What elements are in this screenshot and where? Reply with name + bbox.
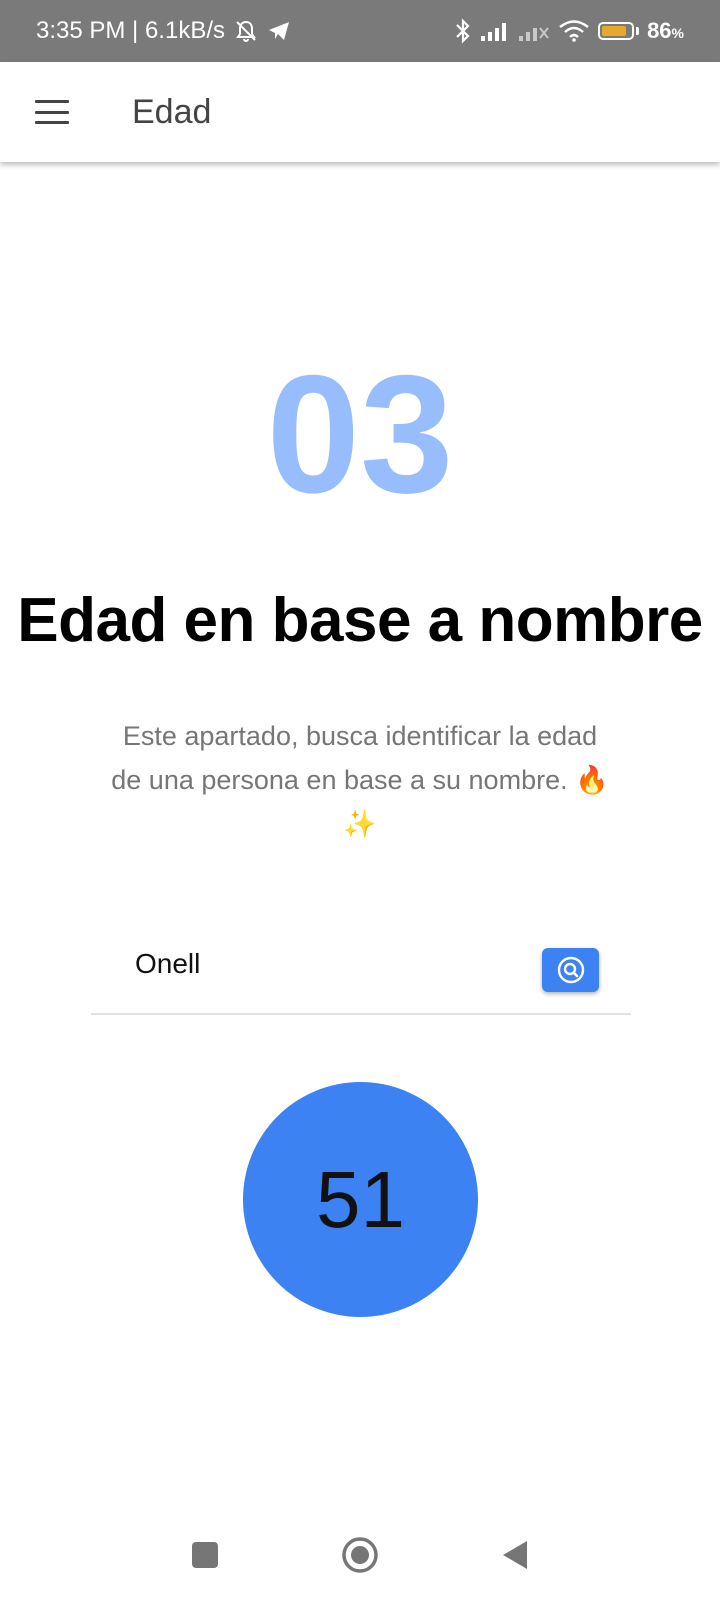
bluetooth-icon [454, 18, 472, 44]
home-circle-icon [342, 1537, 378, 1573]
description-line-1: Este apartado, busca identificar la edad [122, 721, 598, 751]
age-result-value: 51 [316, 1154, 405, 1244]
page-title: Edad [132, 92, 212, 131]
hamburger-menu-icon [35, 100, 69, 124]
app-screen: 3:35 PM | 6.1kB/s 86% Edad 03 Edad en ba… [0, 0, 720, 1600]
age-result-circle: 51 [243, 1082, 478, 1317]
signal-icon [480, 20, 510, 42]
section-heading: Edad en base a nombre [17, 586, 703, 655]
recents-button[interactable] [180, 1530, 230, 1580]
status-time-speed: 3:35 PM | 6.1kB/s [36, 17, 225, 44]
battery-body [598, 22, 635, 40]
back-button[interactable] [490, 1530, 540, 1580]
battery-cap [636, 27, 640, 35]
search-icon [557, 956, 584, 984]
telegram-icon [267, 20, 291, 42]
back-triangle-icon [503, 1541, 527, 1569]
recents-square-icon [192, 1542, 218, 1568]
search-button[interactable] [542, 948, 599, 992]
status-right: 86% [454, 18, 684, 44]
status-bar: 3:35 PM | 6.1kB/s 86% [0, 0, 720, 62]
wifi-icon [558, 19, 590, 43]
description-line-2: de una persona en base a su nombre. 🔥 [111, 765, 609, 795]
name-input[interactable] [135, 942, 515, 986]
status-left: 3:35 PM | 6.1kB/s [36, 17, 291, 45]
menu-button[interactable] [0, 62, 104, 162]
signal-no-service-icon [518, 20, 550, 42]
section-number: 03 [266, 340, 454, 528]
system-nav-bar [0, 1510, 720, 1600]
section-description: Este apartado, busca identificar la edad… [80, 714, 640, 846]
app-bar: Edad [0, 62, 720, 162]
description-line-3: ✨ [343, 809, 377, 839]
battery-fill [602, 26, 627, 36]
battery-icon [598, 22, 640, 40]
home-button[interactable] [335, 1530, 385, 1580]
mute-bell-icon [233, 19, 259, 43]
battery-percent: 86% [647, 18, 684, 43]
search-row [91, 920, 631, 1015]
